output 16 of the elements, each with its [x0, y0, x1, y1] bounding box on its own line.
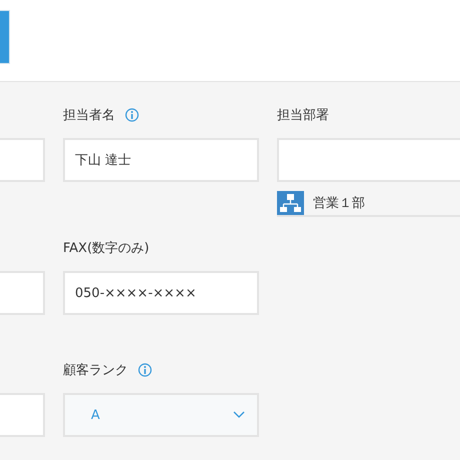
- input-field[interactable]: 050-××××-××××: [63, 271, 259, 315]
- action-button[interactable]: [0, 10, 10, 64]
- field-label: FAX(数字のみ): [63, 240, 150, 257]
- input-field[interactable]: [277, 138, 460, 182]
- organization-icon: [277, 191, 304, 215]
- input-field[interactable]: [0, 271, 45, 315]
- field-label: 顧客ランク: [63, 362, 128, 379]
- input-field[interactable]: 下山 達士: [63, 138, 259, 182]
- field-label: 担当者名: [63, 107, 115, 124]
- field-label: 担当部署: [277, 107, 329, 124]
- chevron-down-icon: [233, 411, 245, 419]
- info-icon[interactable]: [138, 363, 152, 377]
- input-field[interactable]: [0, 393, 45, 437]
- input-field[interactable]: [0, 138, 45, 182]
- department-name: 営業１部: [313, 195, 365, 212]
- info-icon[interactable]: [125, 108, 139, 122]
